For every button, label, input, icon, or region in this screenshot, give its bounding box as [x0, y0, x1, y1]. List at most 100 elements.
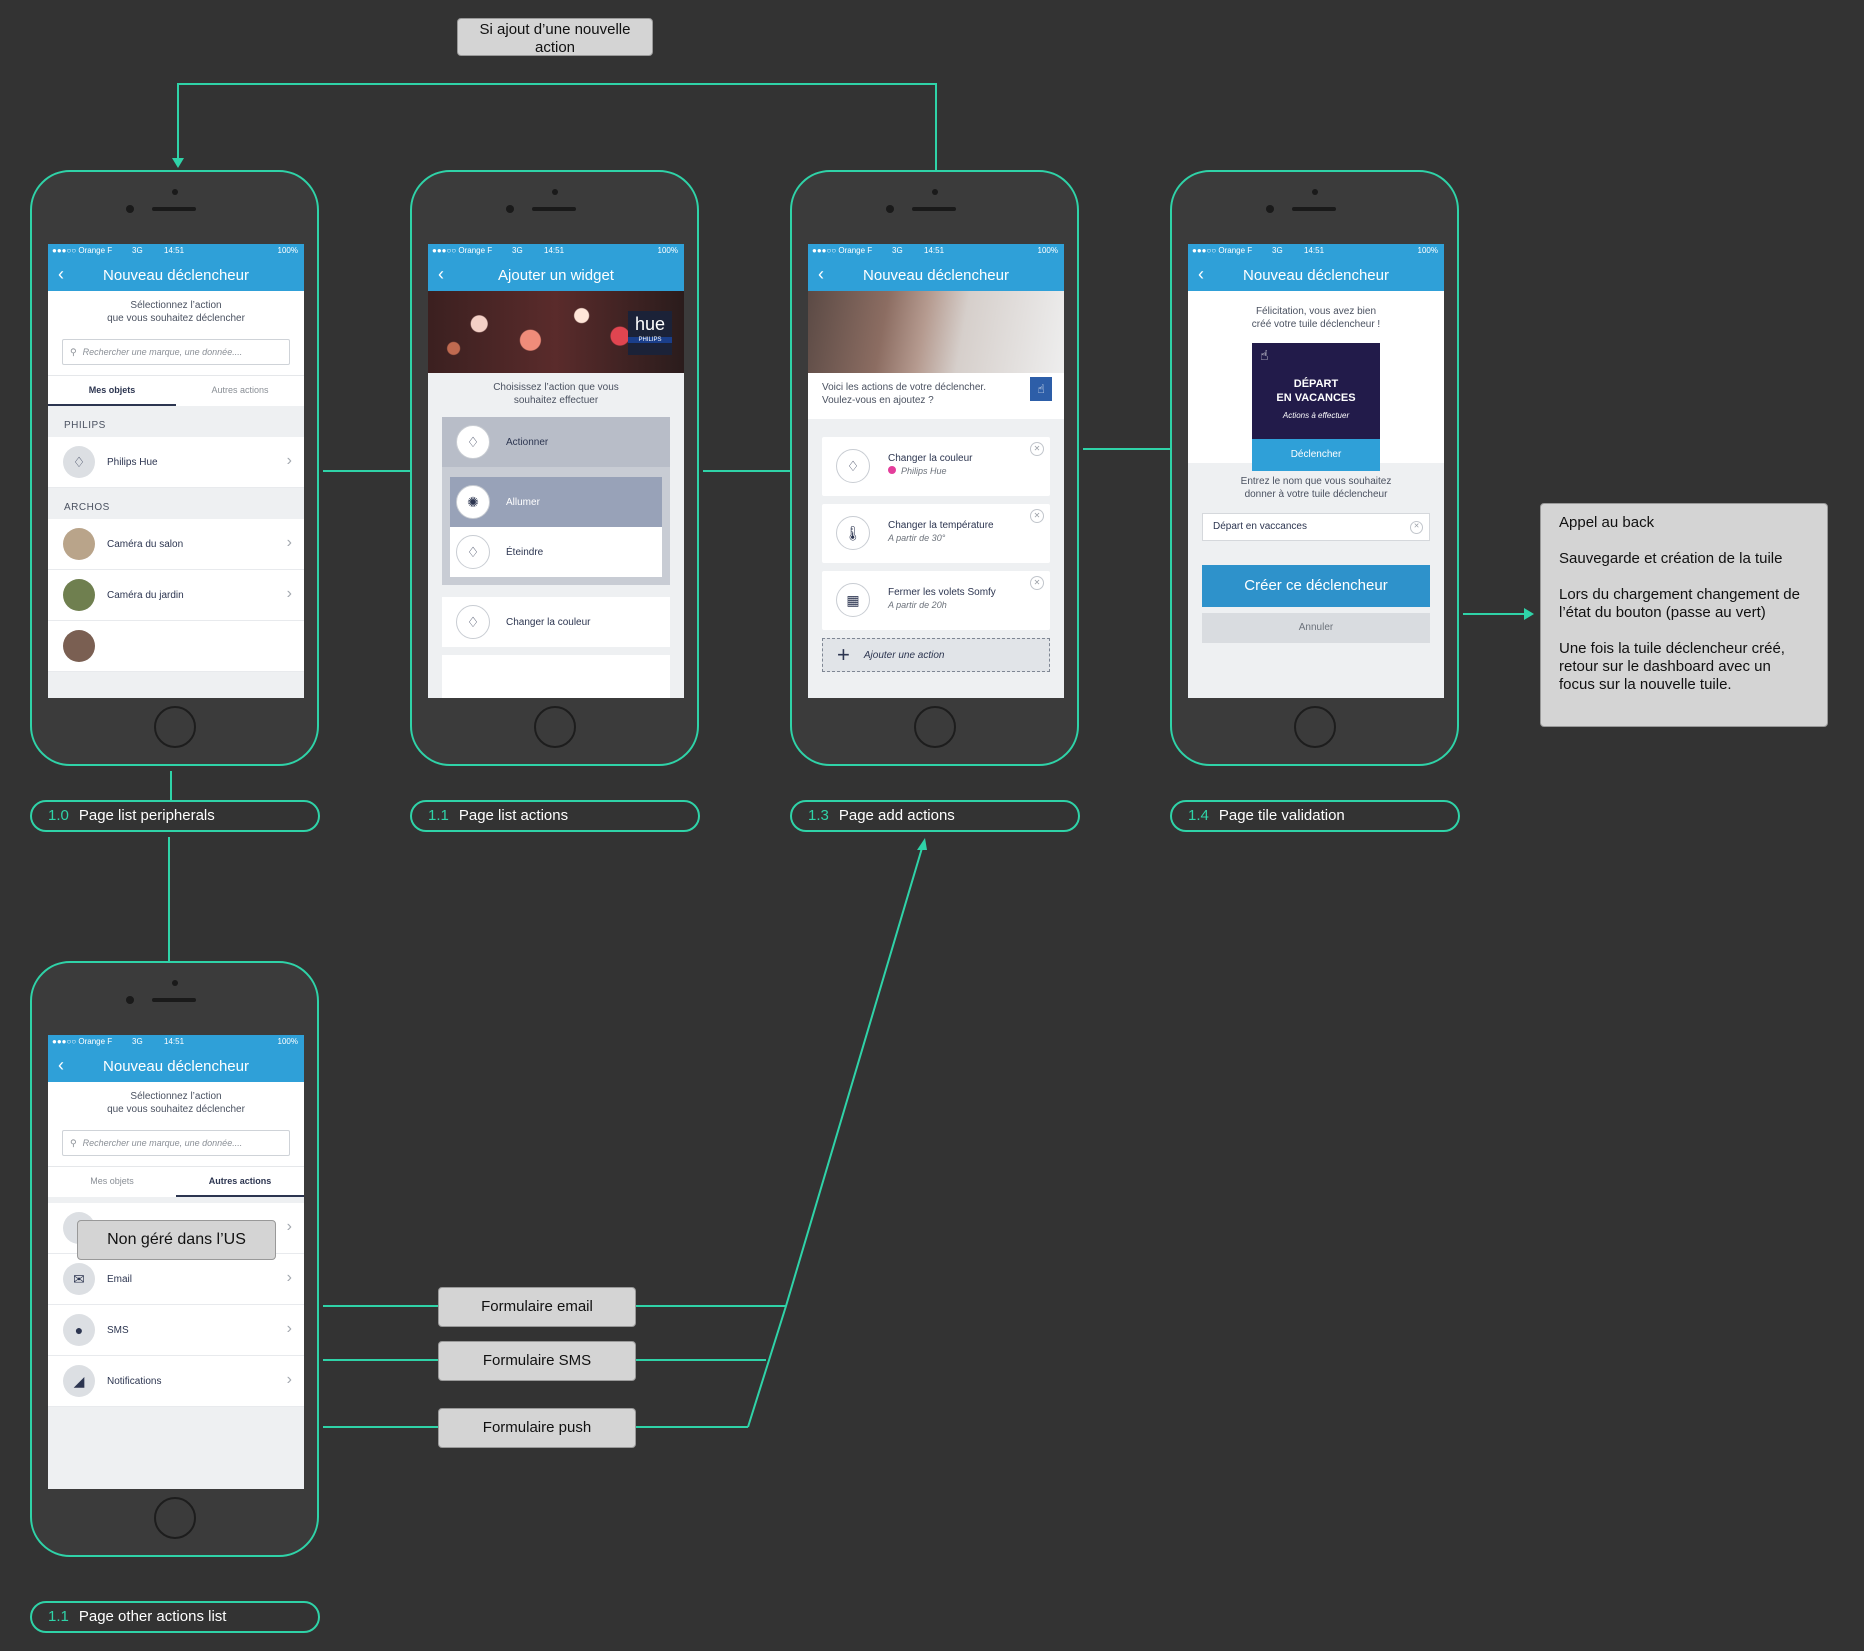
home-button[interactable] — [914, 706, 956, 748]
note-backend: Appel au back Sauvegarde et création de … — [1540, 503, 1828, 727]
cancel-button[interactable]: Annuler — [1202, 613, 1430, 643]
tab-mes-objets[interactable]: Mes objets — [48, 376, 176, 406]
clear-icon[interactable]: ✕ — [1410, 521, 1423, 534]
caption-add-actions: 1.3 Page add actions — [790, 800, 1080, 832]
caption-list-peripherals: 1.0 Page list peripherals — [30, 800, 320, 832]
chevron-right-icon: › — [286, 585, 292, 602]
form-push-label: Formulaire push — [438, 1408, 636, 1448]
action-allumer[interactable]: ✺ Allumer — [450, 477, 662, 527]
action-changer-couleur[interactable]: ♢ Changer la couleur — [442, 597, 670, 647]
bulb-icon: ♢ — [836, 449, 870, 483]
page-title: Nouveau déclencheur — [103, 1058, 249, 1075]
caption-other-actions: 1.1 Page other actions list — [30, 1601, 320, 1633]
camera-thumbnail — [63, 528, 95, 560]
caption-list-actions: 1.1 Page list actions — [410, 800, 700, 832]
search-input[interactable]: ⚲ Rechercher une marque, une donnée.... — [62, 339, 290, 365]
caption-tile-validation: 1.4 Page tile validation — [1170, 800, 1460, 832]
action-actionner[interactable]: ♢ Actionner — [442, 417, 670, 467]
form-sms-label: Formulaire SMS — [438, 1341, 636, 1381]
hero-image — [808, 291, 1064, 373]
page-title: Nouveau déclencheur — [863, 267, 1009, 284]
status-bar: ●●●○○ Orange F 3G 14:51 100% — [1188, 244, 1444, 258]
page-title: Nouveau déclencheur — [103, 267, 249, 284]
search-input[interactable]: ⚲ Rechercher une marque, une donnée.... — [62, 1130, 290, 1156]
bulb-icon: ♢ — [456, 605, 490, 639]
trigger-tile[interactable]: ☝ DÉPART EN VACANCES Actions à effectuer … — [1252, 343, 1380, 471]
declencher-button[interactable]: Déclencher — [1252, 439, 1380, 471]
success-panel: Félicitation, vous avez bien créé votre t… — [1188, 291, 1444, 471]
touch-icon: ☝ — [1030, 377, 1052, 401]
touch-icon: ☝ — [1260, 347, 1269, 363]
home-button[interactable] — [1294, 706, 1336, 748]
color-dot — [888, 466, 896, 474]
bulb-off-icon: ♢ — [456, 535, 490, 569]
list-item-camera-salon[interactable]: Caméra du salon › — [48, 519, 304, 570]
note-new-action: Si ajout d’une nouvelle action — [457, 18, 653, 56]
create-trigger-button[interactable]: Créer ce déclencheur — [1202, 565, 1430, 607]
remove-icon[interactable]: ✕ — [1030, 509, 1044, 523]
nav-bar: ‹ Nouveau déclencheur — [808, 258, 1064, 291]
remove-icon[interactable]: ✕ — [1030, 576, 1044, 590]
intro-text: Sélectionnez l’action que vous souhaitez … — [48, 291, 304, 333]
page-title: Nouveau déclencheur — [1243, 267, 1389, 284]
tab-autres-actions[interactable]: Autres actions — [176, 376, 304, 406]
screen: ●●●○○ Orange F 3G 14:51 100% ‹ Ajouter un … — [428, 244, 684, 698]
screen: ●●●○○ Orange F 3G 14:51 100% ‹ Nouveau déc… — [1188, 244, 1444, 698]
action-card-volets[interactable]: ▦ Fermer les volets Somfy A partir de 20h ✕ — [822, 571, 1050, 630]
page-title: Ajouter un widget — [498, 267, 614, 284]
nav-bar: ‹ Nouveau déclencheur — [48, 1049, 304, 1082]
section-archos: ARCHOS — [64, 502, 110, 513]
list-item-partial[interactable] — [48, 621, 304, 672]
hero-image: hue PHILIPS — [428, 291, 684, 373]
tab-mes-objets[interactable]: Mes objets — [48, 1167, 176, 1197]
screen: ●●●○○ Orange F 3G 14:51 100% ‹ Nouveau déc… — [48, 1035, 304, 1489]
intro-text: Choisissez l’action que vous souhaitez ef… — [428, 373, 684, 415]
shutter-icon: ▦ — [836, 583, 870, 617]
phone-add-actions: ●●●○○ Orange F 3G 14:51 100% ‹ Nouveau déc… — [790, 170, 1079, 766]
list-item-notifications[interactable]: ◢ Notifications › — [48, 1356, 304, 1407]
list-item-camera-jardin[interactable]: Caméra du jardin › — [48, 570, 304, 621]
add-action-button[interactable]: + Ajouter une action — [822, 638, 1050, 672]
phone-tile-validation: ●●●○○ Orange F 3G 14:51 100% ‹ Nouveau déc… — [1170, 170, 1459, 766]
plus-icon: + — [837, 642, 850, 667]
list-item-sms[interactable]: ● SMS › — [48, 1305, 304, 1356]
bulb-icon: ♢ — [456, 425, 490, 459]
screen: ●●●○○ Orange F 3G 14:51 100% ‹ Nouveau déc… — [808, 244, 1064, 698]
note-unsupported: Non géré dans l’US — [77, 1220, 276, 1260]
speech-bubble-icon: ● — [63, 1314, 95, 1346]
status-bar: ●●●○○ Orange F 3G 14:51 100% — [808, 244, 1064, 258]
nav-bar: ‹ Ajouter un widget — [428, 258, 684, 291]
search-icon: ⚲ — [70, 1137, 77, 1148]
tab-autres-actions[interactable]: Autres actions — [176, 1167, 304, 1197]
chevron-right-icon: › — [286, 1320, 292, 1337]
form-email-label: Formulaire email — [438, 1287, 636, 1327]
section-philips: PHILIPS — [64, 420, 106, 431]
chevron-right-icon: › — [286, 1218, 292, 1235]
envelope-icon: ✉ — [63, 1263, 95, 1295]
list-item-philips-hue[interactable]: ♢ Philips Hue › — [48, 437, 304, 488]
status-bar: ●●●○○ Orange F 3G 14:51 100% — [48, 1035, 304, 1049]
bulb-icon: ♢ — [63, 446, 95, 478]
action-card-temperature[interactable]: 🌡 Changer la température A partir de 30° ✕ — [822, 504, 1050, 563]
home-button[interactable] — [154, 1497, 196, 1539]
chevron-right-icon: › — [286, 534, 292, 551]
tile-name-input[interactable]: Départ en vaccances ✕ — [1202, 513, 1430, 541]
intro-text: Sélectionnez l’action que vous souhaitez … — [48, 1082, 304, 1124]
hue-logo: hue PHILIPS — [628, 311, 672, 355]
list-item-email[interactable]: ✉ Email › — [48, 1254, 304, 1305]
action-card-couleur[interactable]: ♢ Changer la couleur Philips Hue ✕ — [822, 437, 1050, 496]
chevron-right-icon: › — [286, 452, 292, 469]
remove-icon[interactable]: ✕ — [1030, 442, 1044, 456]
chevron-right-icon: › — [286, 1269, 292, 1286]
home-button[interactable] — [534, 706, 576, 748]
status-bar: ●●●○○ Orange F 3G 14:51 100% — [48, 244, 304, 258]
megaphone-icon: ◢ — [63, 1365, 95, 1397]
nav-bar: ‹ Nouveau déclencheur — [1188, 258, 1444, 291]
bulb-on-icon: ✺ — [456, 485, 490, 519]
phone-list-peripherals: ●●●○○ Orange F 3G 14:51 100% ‹ Nouveau déc… — [30, 170, 319, 766]
chevron-right-icon: › — [286, 1371, 292, 1388]
home-button[interactable] — [154, 706, 196, 748]
action-eteindre[interactable]: ♢ Éteindre — [450, 527, 662, 577]
status-bar: ●●●○○ Orange F 3G 14:51 100% — [428, 244, 684, 258]
phone-list-actions: ●●●○○ Orange F 3G 14:51 100% ‹ Ajouter un … — [410, 170, 699, 766]
